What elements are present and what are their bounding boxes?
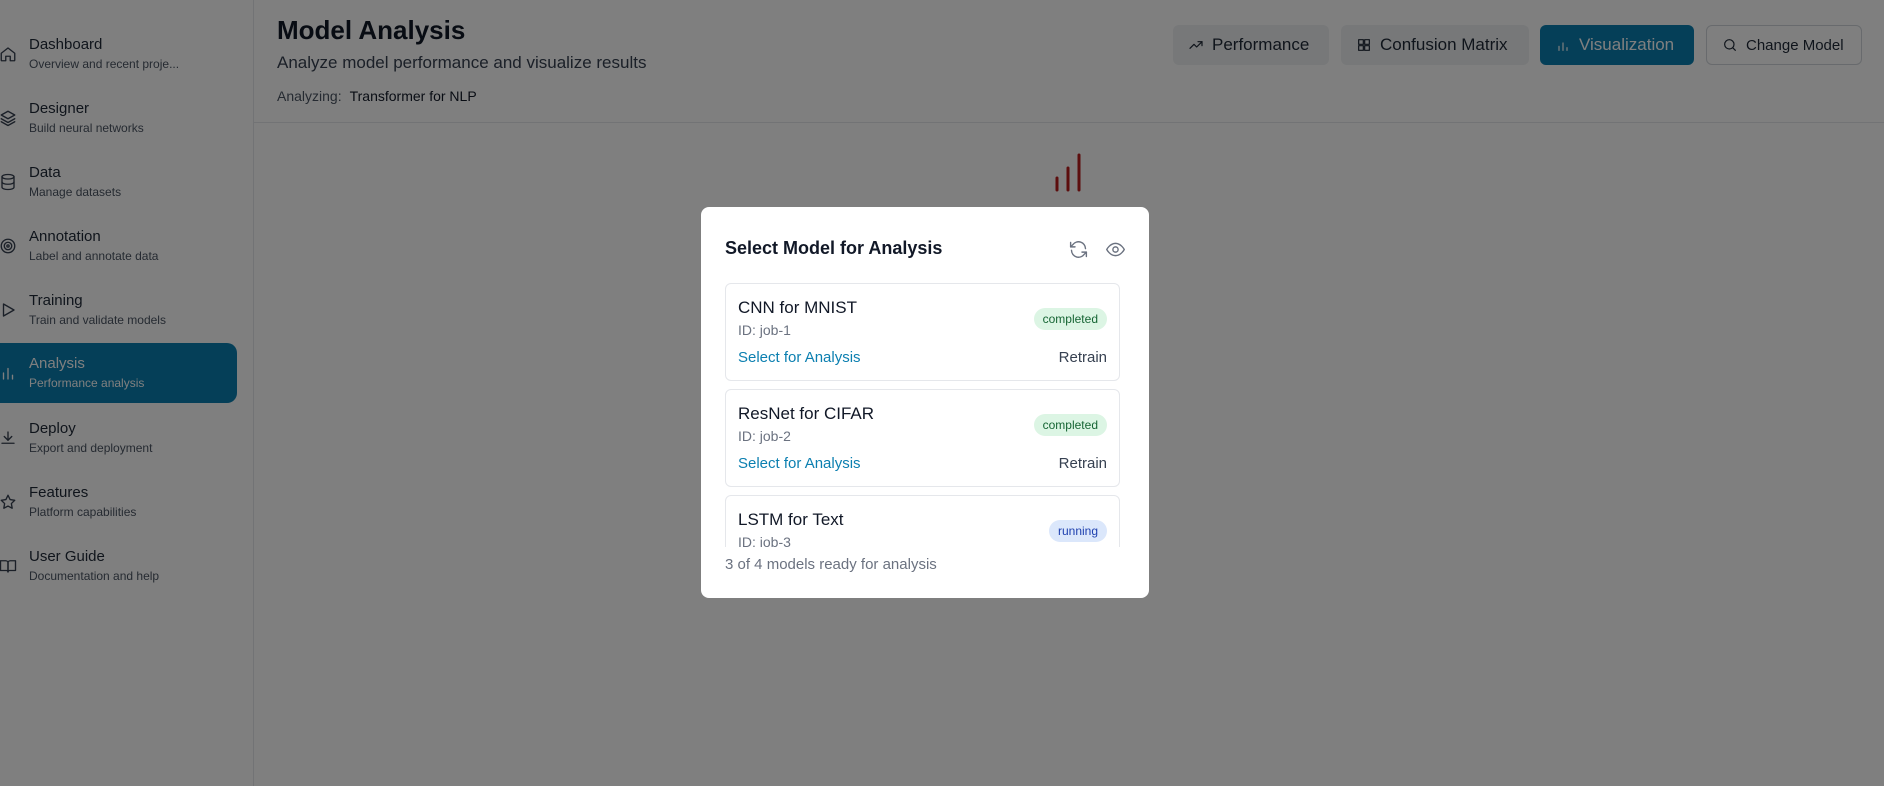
models-ready-summary: 3 of 4 models ready for analysis	[725, 556, 937, 573]
refresh-icon[interactable]	[1067, 238, 1089, 260]
model-card: CNN for MNIST ID: job-1 completed Select…	[725, 283, 1120, 381]
model-name: CNN for MNIST	[738, 298, 857, 317]
model-id: ID: job-1	[738, 322, 791, 338]
model-name: ResNet for CIFAR	[738, 404, 875, 423]
status-badge: running	[1048, 520, 1107, 542]
model-card: LSTM for Text ID: job-3 running	[725, 495, 1120, 547]
retrain-button[interactable]: Retrain	[1059, 349, 1107, 366]
status-badge: completed	[1033, 308, 1107, 330]
model-id: ID: job-2	[738, 428, 791, 444]
dialog-title: Select Model for Analysis	[725, 238, 943, 258]
model-id: ID: job-3	[738, 534, 791, 547]
select-for-analysis-button[interactable]: Select for Analysis	[738, 349, 861, 366]
model-card: ResNet for CIFAR ID: job-2 completed Sel…	[725, 389, 1120, 487]
retrain-button[interactable]: Retrain	[1059, 455, 1107, 472]
select-for-analysis-button[interactable]: Select for Analysis	[738, 455, 861, 472]
eye-icon[interactable]	[1104, 238, 1126, 260]
model-name: LSTM for Text	[738, 510, 844, 529]
model-list[interactable]: CNN for MNIST ID: job-1 completed Select…	[725, 283, 1126, 547]
select-model-dialog: Select Model for Analysis CNN for MNIST …	[701, 207, 1149, 598]
status-badge: completed	[1033, 414, 1107, 436]
